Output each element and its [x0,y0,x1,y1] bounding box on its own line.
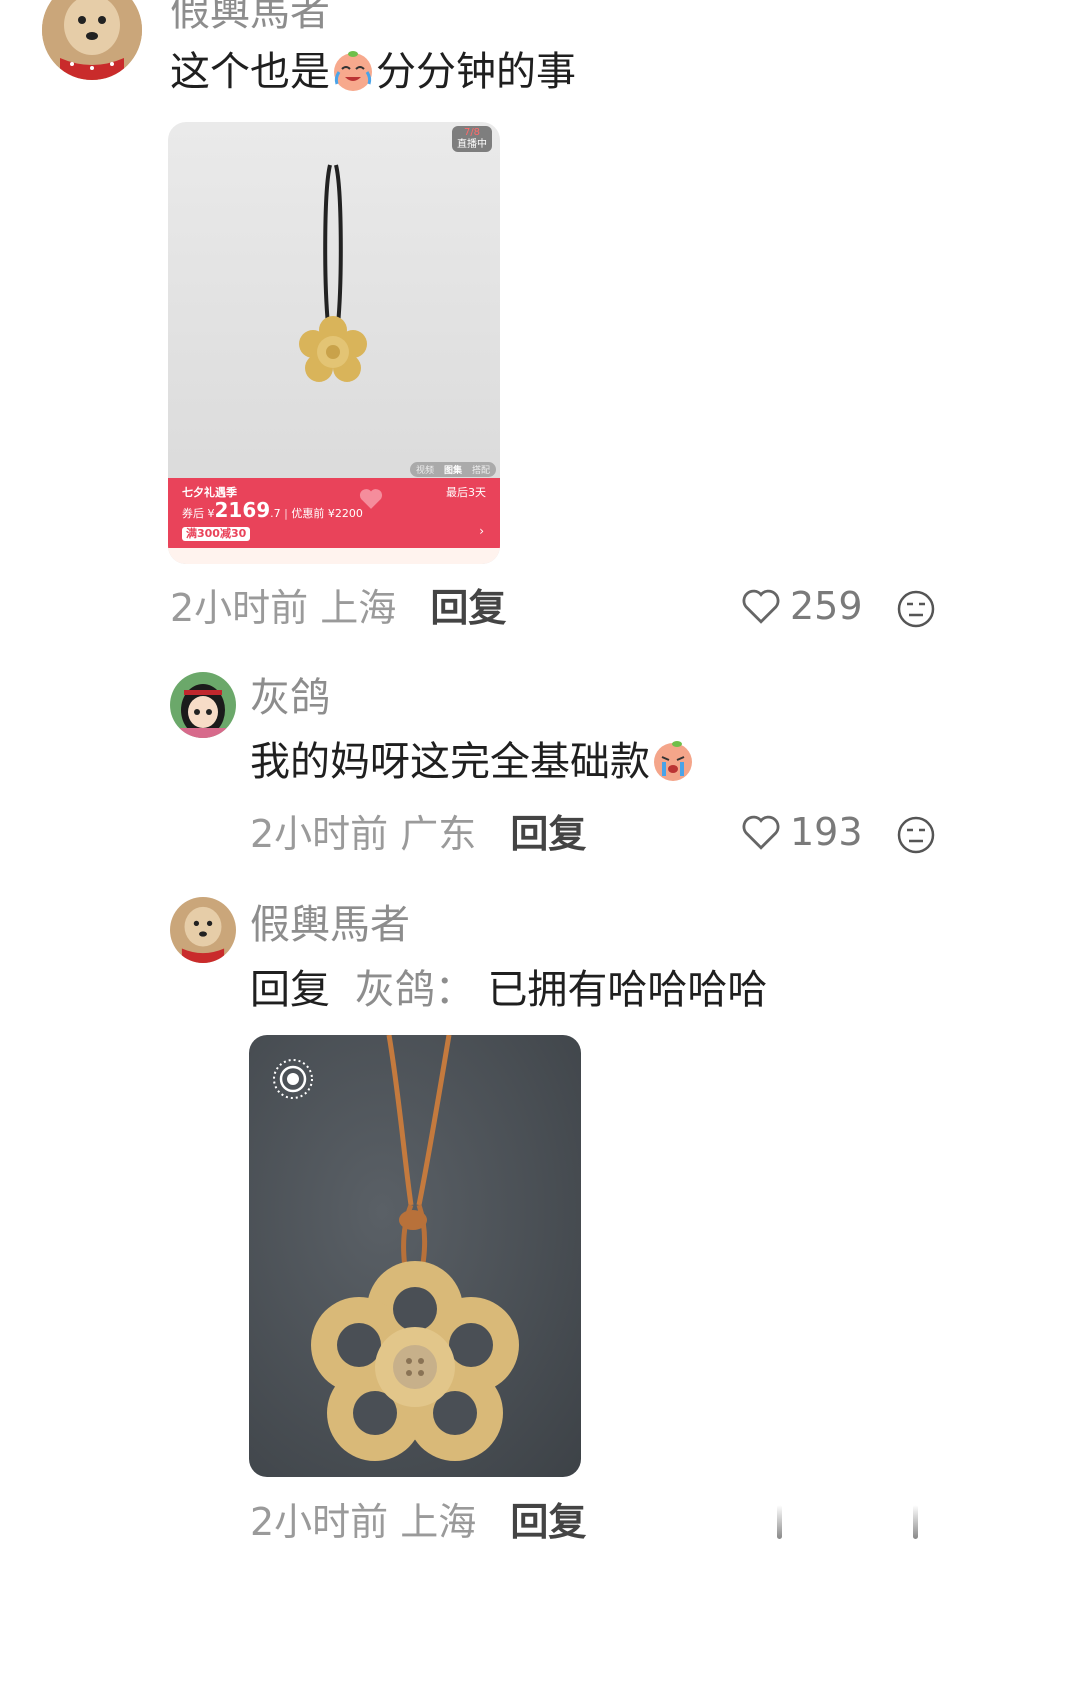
days-left: 最后3天 [446,486,486,499]
avatar[interactable] [170,672,236,738]
reply-button[interactable]: 回复 [510,812,586,856]
anime-girl-avatar-icon [170,672,236,738]
comment-text: 这个也是 分分钟的事 [170,46,576,98]
like-button[interactable]: 193 [740,810,863,854]
tab-match[interactable]: 搭配 [472,463,490,476]
avatar[interactable] [42,0,142,80]
dislike-face-icon[interactable] [896,589,936,629]
crying-laughing-peach-emoji-icon [334,51,372,91]
comment-location: 上海 [320,586,397,630]
comment-text: 回复 灰鸽： 已拥有哈哈哈哈 [250,964,767,1016]
scroll-indicator-right [913,1505,918,1539]
comment-text-part: 这个也是 [170,49,330,95]
comment-text-part: 已拥有哈哈哈哈 [487,967,768,1013]
comment-meta: 2小时前 上海 回复 [250,1498,586,1546]
coupon-label: 券后 [182,507,204,520]
comment-meta: 2小时前 上海 回复 [170,584,506,632]
comment-location: 上海 [400,1500,477,1544]
heart-icon [742,589,780,624]
avatar[interactable] [170,897,236,963]
badge-status: 直播中 [457,139,487,150]
comment-time: 2小时前 [250,1500,389,1544]
discount-badge: 满300减30 [182,527,251,541]
original-label: 优惠前 [291,507,325,520]
price-divider: | [284,507,288,520]
colon: ： [434,967,475,1013]
comment-username[interactable]: 假輿馬者 [250,901,410,949]
like-count: 259 [790,584,863,628]
pendant-photo[interactable] [249,1035,581,1477]
live-badge: 7/8 直播中 [452,126,492,152]
dislike-face-icon[interactable] [896,815,936,855]
scroll-indicator-left [777,1505,782,1539]
heart-icon [742,815,780,850]
like-button[interactable]: 259 [740,584,863,628]
currency: ¥ [207,507,215,520]
product-image[interactable]: 7/8 直播中 视频 图集 搭配 七夕礼遇季 最后3天 券后 ¥2169.7 |… [168,122,500,564]
crying-peach-emoji-icon [654,741,692,781]
crochet-flower-pendant-icon [311,1035,519,1461]
image-bottom-strip [168,548,500,564]
comment-text: 我的妈呀这完全基础款 [250,736,696,788]
price-decimal: .7 [270,507,281,520]
badge-count: 7/8 [463,127,481,138]
like-count: 193 [790,810,863,854]
comment-username[interactable]: 假輿馬者 [170,0,330,36]
crochet-charm-icon [299,164,367,382]
tab-gallery[interactable]: 图集 [444,463,462,476]
dog-avatar-icon [42,0,142,80]
comment-location: 广东 [400,812,477,856]
reply-prefix: 回复 [250,967,330,1013]
comment-username[interactable]: 灰鸽 [250,674,330,722]
heart-float-icon [359,489,383,509]
promo-banner[interactable]: 七夕礼遇季 最后3天 券后 ¥2169.7 | 优惠前 ¥2200 满300减3… [168,478,500,548]
media-tabs: 视频 图集 搭配 [409,462,496,477]
price-row: 券后 ¥2169.7 | 优惠前 ¥2200 [182,498,363,522]
comment-time: 2小时前 [170,586,309,630]
comment-time: 2小时前 [250,812,389,856]
price-main: 2169 [214,498,271,522]
reply-button[interactable]: 回复 [510,1500,586,1544]
dog-avatar-icon [170,897,236,963]
comment-text-part: 分分钟的事 [376,49,576,95]
chevron-right-icon: › [479,524,484,538]
tab-video[interactable]: 视频 [416,463,434,476]
comment-text-part: 我的妈呀这完全基础款 [250,739,650,785]
reply-target-username[interactable]: 灰鸽 [355,967,435,1013]
comment-meta: 2小时前 广东 回复 [250,810,586,858]
reply-button[interactable]: 回复 [430,586,506,630]
